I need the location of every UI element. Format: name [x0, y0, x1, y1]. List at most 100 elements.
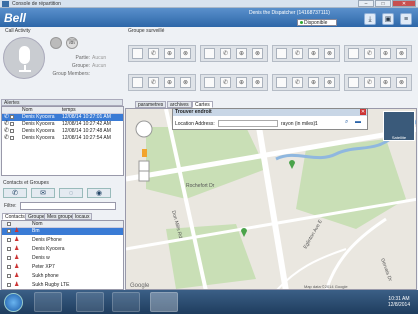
tab-archives[interactable]: archives — [167, 101, 192, 108]
contact-actions: ✆ ✉ ◌ ◉ — [1, 188, 124, 200]
group-ptt-icon[interactable]: ⊕ — [236, 48, 247, 59]
alert-row[interactable]: ✆ Denis Kyocera 12/08/14 10:27:48 AM — [2, 128, 123, 135]
group-call-icon[interactable]: ✆ — [220, 77, 231, 88]
alert-row[interactable]: ✆ Denis Kyocera 12/08/14 10:27:42 AM — [2, 121, 123, 128]
app-header: Bell Denis the Dispatcher (14168737111) … — [0, 8, 418, 27]
start-button[interactable] — [4, 293, 23, 312]
locate-icon[interactable]: ◉ — [87, 188, 111, 198]
pegman-icon[interactable] — [142, 149, 147, 157]
group-ptt-icon[interactable]: ⊕ — [236, 77, 247, 88]
monitored-group-slot[interactable]: ✆ ⊕ ⊗ — [128, 45, 196, 62]
alert-time: 12/08/14 10:27:54 AM — [62, 135, 111, 141]
col-nom-header: Nom — [32, 221, 43, 227]
explorer-icon[interactable] — [76, 292, 104, 312]
close-button[interactable]: ✕ — [392, 0, 416, 7]
phone-icon[interactable]: ☏ — [66, 37, 78, 49]
contact-row[interactable]: ♟ Sukh Rugby LTE — [2, 282, 123, 289]
window-icon[interactable]: ▣ — [382, 13, 394, 25]
group-call-icon[interactable]: ✆ — [148, 77, 159, 88]
group-stop-icon[interactable]: ⊗ — [396, 48, 407, 59]
group-ptt-icon[interactable]: ⊕ — [308, 77, 319, 88]
group-call-icon[interactable]: ✆ — [364, 48, 375, 59]
monitored-group-slot[interactable]: ✆ ⊕ ⊗ — [272, 45, 340, 62]
app-taskbar-icon[interactable] — [150, 292, 178, 312]
zoom-in-button[interactable] — [138, 160, 150, 172]
filter-input[interactable] — [20, 202, 116, 210]
location-input[interactable] — [218, 120, 278, 127]
group-ptt-icon[interactable]: ⊕ — [380, 77, 391, 88]
alert-checkbox[interactable] — [10, 115, 14, 119]
group-ptt-icon[interactable]: ⊕ — [380, 48, 391, 59]
monitored-group-slot[interactable]: ✆ ⊕ ⊗ — [200, 74, 268, 91]
microphone-icon[interactable] — [3, 37, 45, 79]
group-avatar-icon — [348, 77, 359, 88]
zoom-out-button[interactable] — [138, 170, 150, 182]
contact-checkbox[interactable] — [7, 256, 11, 260]
group-stop-icon[interactable]: ⊗ — [180, 48, 191, 59]
close-icon[interactable]: ✕ — [360, 109, 366, 115]
status-dropdown[interactable]: Disponible — [297, 19, 337, 26]
map-canvas[interactable]: Don Mills Rd Eglinton Ave E Rochefort Dr… — [126, 109, 417, 290]
call-icon[interactable]: ✆ — [3, 188, 27, 198]
monitored-group-slot[interactable]: ✆ ⊕ ⊗ — [128, 74, 196, 91]
group-call-icon[interactable]: ✆ — [292, 48, 303, 59]
contact-checkbox[interactable] — [7, 283, 11, 287]
contact-checkbox[interactable] — [7, 238, 11, 242]
contact-name: Denis Kyocera — [32, 246, 65, 252]
contact-checkbox[interactable] — [7, 265, 11, 269]
tab-locaux[interactable]: locaux — [72, 213, 93, 220]
minimize-button[interactable]: – — [358, 0, 374, 7]
group-ptt-icon[interactable]: ⊕ — [308, 48, 319, 59]
group-call-icon[interactable]: ✆ — [292, 77, 303, 88]
monitored-group-slot[interactable]: ✆ ⊕ ⊗ — [344, 45, 412, 62]
group-stop-icon[interactable]: ⊗ — [324, 77, 335, 88]
satellite-toggle[interactable]: Satellite — [383, 111, 415, 141]
group-call-icon[interactable]: ✆ — [148, 48, 159, 59]
group-call-icon[interactable]: ✆ — [220, 48, 231, 59]
monitored-group-slot[interactable]: ✆ ⊕ ⊗ — [344, 74, 412, 91]
contact-row[interactable]: ♟ Denis w — [2, 255, 123, 262]
group-stop-icon[interactable]: ⊗ — [252, 77, 263, 88]
alert-row[interactable]: ✆ Denis Kyocera 12/08/14 10:27:54 AM — [2, 135, 123, 142]
group-stop-icon[interactable]: ⊗ — [396, 77, 407, 88]
search-icon[interactable]: ⌕ — [345, 119, 348, 126]
group-stop-icon[interactable]: ⊗ — [252, 48, 263, 59]
map-view[interactable]: Don Mills Rd Eglinton Ave E Rochefort Dr… — [125, 108, 417, 290]
contact-checkbox[interactable] — [7, 274, 11, 278]
group-call-icon[interactable]: ✆ — [364, 77, 375, 88]
alert-row[interactable]: ✆ Denis Kyocera 12/08/14 10:27:01 AM — [2, 114, 123, 121]
contact-checkbox[interactable] — [7, 229, 11, 233]
ie-icon[interactable] — [34, 292, 62, 312]
group-avatar-icon — [276, 77, 287, 88]
monitored-group-slot[interactable]: ✆ ⊕ ⊗ — [272, 74, 340, 91]
car-icon[interactable]: ▬ — [355, 119, 361, 125]
select-all-checkbox[interactable] — [7, 222, 11, 226]
tab-parametres[interactable]: parametres — [135, 101, 167, 108]
alert-checkbox[interactable] — [10, 122, 14, 126]
monitored-group-slot[interactable]: ✆ ⊕ ⊗ — [200, 45, 268, 62]
contact-row[interactable]: ♟ Denis iPhone — [2, 237, 123, 244]
contact-row[interactable]: ♟ Denis Kyocera — [2, 246, 123, 253]
tab-contacts[interactable]: Contacts — [2, 213, 28, 220]
download-icon[interactable]: ⤓ — [364, 13, 376, 25]
radius-value: 1 — [315, 121, 318, 127]
contact-checkbox[interactable] — [7, 247, 11, 251]
media-icon[interactable] — [112, 292, 140, 312]
phone-icon: ✆ — [4, 121, 10, 127]
group-stop-icon[interactable]: ⊗ — [180, 77, 191, 88]
group-stop-icon[interactable]: ⊗ — [324, 48, 335, 59]
alert-checkbox[interactable] — [10, 129, 14, 133]
message-icon[interactable]: ✉ — [31, 188, 55, 198]
maximize-button[interactable]: □ — [375, 0, 391, 7]
pan-control-icon[interactable] — [135, 120, 153, 138]
clock[interactable]: 10:31 AM 12/8/2014 — [384, 296, 414, 308]
group-ptt-icon[interactable]: ⊕ — [164, 48, 175, 59]
group-ptt-icon[interactable]: ⊕ — [164, 77, 175, 88]
contact-row[interactable]: ♟ Bm — [2, 228, 123, 235]
tab-cartes[interactable]: Cartes — [192, 101, 213, 108]
contact-row[interactable]: ♟ Peter XP7 — [2, 264, 123, 271]
alert-checkbox[interactable] — [10, 136, 14, 140]
chat-icon[interactable]: ◌ — [59, 188, 83, 198]
menu-icon[interactable]: ≡ — [400, 13, 412, 25]
contact-row[interactable]: ♟ Sukh phone — [2, 273, 123, 280]
